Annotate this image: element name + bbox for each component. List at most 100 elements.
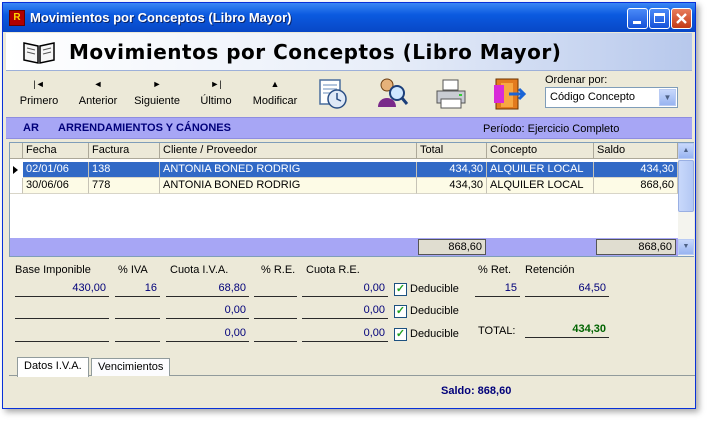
cell-factura[interactable]: 778 <box>89 178 160 194</box>
row-indicator-header <box>10 143 23 159</box>
cell-total[interactable]: 434,30 <box>417 162 487 178</box>
iva-percent-field[interactable] <box>115 302 160 319</box>
retencion-field[interactable]: 64,50 <box>525 280 609 297</box>
cell-total[interactable]: 434,30 <box>417 178 487 194</box>
cuota-iva-field[interactable]: 0,00 <box>166 302 249 319</box>
footer-saldo: 868,60 <box>596 239 676 255</box>
cuota-iva-field[interactable]: 68,80 <box>166 280 249 297</box>
cuota-re-field[interactable]: 0,00 <box>302 325 388 342</box>
modify-button[interactable]: ▲ Modificar <box>248 76 302 114</box>
book-icon <box>23 42 55 64</box>
deducible-checkbox[interactable]: ✓ <box>394 283 407 296</box>
next-button[interactable]: ► Siguiente <box>128 76 186 114</box>
base-imponible-field[interactable]: 430,00 <box>15 280 109 297</box>
tab-vencimientos[interactable]: Vencimientos <box>91 358 171 376</box>
calendar-clock-icon[interactable] <box>315 77 349 111</box>
saldo-total: Saldo: 868,60 <box>441 385 512 397</box>
main-window: R Movimientos por Conceptos (Libro Mayor… <box>2 2 696 409</box>
title-bar[interactable]: R Movimientos por Conceptos (Libro Mayor… <box>3 3 695 32</box>
ret-percent-field[interactable]: 15 <box>475 280 520 297</box>
scroll-thumb[interactable] <box>678 160 694 212</box>
minimize-icon <box>633 21 641 24</box>
column-header-fecha[interactable]: Fecha <box>23 143 89 159</box>
row-pointer-icon <box>13 166 18 174</box>
cell-cliente[interactable]: ANTONIA BONED RODRIG <box>160 178 417 194</box>
maximize-icon <box>654 13 665 23</box>
order-by-label: Ordenar por: <box>545 74 608 86</box>
column-header-total[interactable]: Total <box>417 143 487 159</box>
cell-cliente[interactable]: ANTONIA BONED RODRIG <box>160 162 417 178</box>
printer-icon[interactable] <box>434 77 468 111</box>
order-by-value: Código Concepto <box>550 91 636 103</box>
tab-datos-iva[interactable]: Datos I.V.A. <box>17 357 89 377</box>
chevron-down-icon[interactable]: ▼ <box>659 89 676 106</box>
re-percent-field[interactable] <box>254 325 297 342</box>
scroll-up-icon[interactable]: ▲ <box>678 143 694 159</box>
deducible-checkbox[interactable]: ✓ <box>394 305 407 318</box>
column-header-saldo[interactable]: Saldo <box>594 143 678 159</box>
deducible-checkbox[interactable]: ✓ <box>394 328 407 341</box>
column-header-cliente[interactable]: Cliente / Proveedor <box>160 143 417 159</box>
concept-name: ARRENDAMIENTOS Y CÁNONES <box>58 122 231 134</box>
cell-fecha[interactable]: 02/01/06 <box>23 162 89 178</box>
header-band: Movimientos por Conceptos (Libro Mayor) <box>6 33 692 71</box>
iva-percent-field[interactable] <box>115 325 160 342</box>
re-percent-field[interactable] <box>254 280 297 297</box>
period-label: Período: Ejercicio Completo <box>483 123 620 135</box>
scroll-down-icon[interactable]: ▼ <box>678 239 694 255</box>
app-icon: R <box>9 10 25 26</box>
label-cuota-re: Cuota R.E. <box>306 264 360 276</box>
modify-icon: ▲ <box>270 79 280 89</box>
toolbar: |◄ Primero ◄ Anterior ► Siguiente ►| Últ… <box>6 72 692 116</box>
column-header-factura[interactable]: Factura <box>89 143 160 159</box>
cell-fecha[interactable]: 30/06/06 <box>23 178 89 194</box>
cell-saldo[interactable]: 868,60 <box>594 178 678 194</box>
next-label: Siguiente <box>134 95 180 107</box>
cuota-re-field[interactable]: 0,00 <box>302 280 388 297</box>
search-person-icon[interactable] <box>375 77 409 111</box>
cell-factura[interactable]: 138 <box>89 162 160 178</box>
base-imponible-field[interactable] <box>15 302 109 319</box>
last-icon: ►| <box>210 79 222 89</box>
vertical-scrollbar[interactable]: ▲ ▼ <box>678 143 694 256</box>
close-button[interactable] <box>671 8 692 29</box>
cuota-iva-field[interactable]: 0,00 <box>166 325 249 342</box>
concept-code: AR <box>23 122 39 134</box>
base-imponible-field[interactable] <box>15 325 109 342</box>
previous-label: Anterior <box>78 95 118 107</box>
modify-label: Modificar <box>252 95 298 107</box>
first-icon: |◄ <box>33 79 45 89</box>
first-label: Primero <box>19 95 59 107</box>
re-percent-field[interactable] <box>254 302 297 319</box>
cell-concepto[interactable]: ALQUILER LOCAL <box>487 178 594 194</box>
total-label: TOTAL: <box>478 325 516 337</box>
cuota-re-field[interactable]: 0,00 <box>302 302 388 319</box>
last-label: Último <box>200 95 232 107</box>
exit-door-icon[interactable] <box>493 77 527 111</box>
previous-icon: ◄ <box>93 79 103 89</box>
order-by-select[interactable]: Código Concepto ▼ <box>545 87 678 108</box>
close-icon <box>676 13 687 24</box>
maximize-button[interactable] <box>649 8 670 29</box>
minimize-button[interactable] <box>627 8 648 29</box>
label-cuota-iva: Cuota I.V.A. <box>170 264 229 276</box>
last-button[interactable]: ►| Último <box>194 76 238 114</box>
table-row[interactable]: 02/01/06 138 ANTONIA BONED RODRIG 434,30… <box>10 162 678 178</box>
deducible-label: Deducible <box>410 305 459 317</box>
movements-table[interactable]: Fecha Factura Cliente / Proveedor Total … <box>9 142 694 257</box>
concept-bar: AR ARRENDAMIENTOS Y CÁNONES Período: Eje… <box>6 117 692 139</box>
total-field: 434,30 <box>525 321 609 338</box>
footer-total: 868,60 <box>418 239 486 255</box>
tab-strip: Datos I.V.A. Vencimientos <box>9 357 695 377</box>
first-button[interactable]: |◄ Primero <box>14 76 64 114</box>
column-header-concepto[interactable]: Concepto <box>487 143 594 159</box>
cell-saldo[interactable]: 434,30 <box>594 162 678 178</box>
previous-button[interactable]: ◄ Anterior <box>72 76 124 114</box>
table-row[interactable]: 30/06/06 778 ANTONIA BONED RODRIG 434,30… <box>10 178 678 194</box>
table-header: Fecha Factura Cliente / Proveedor Total … <box>10 143 678 159</box>
iva-percent-field[interactable]: 16 <box>115 280 160 297</box>
label-ret-percent: % Ret. <box>478 264 512 276</box>
row-indicator <box>10 178 23 194</box>
label-re-percent: % R.E. <box>261 264 296 276</box>
cell-concepto[interactable]: ALQUILER LOCAL <box>487 162 594 178</box>
